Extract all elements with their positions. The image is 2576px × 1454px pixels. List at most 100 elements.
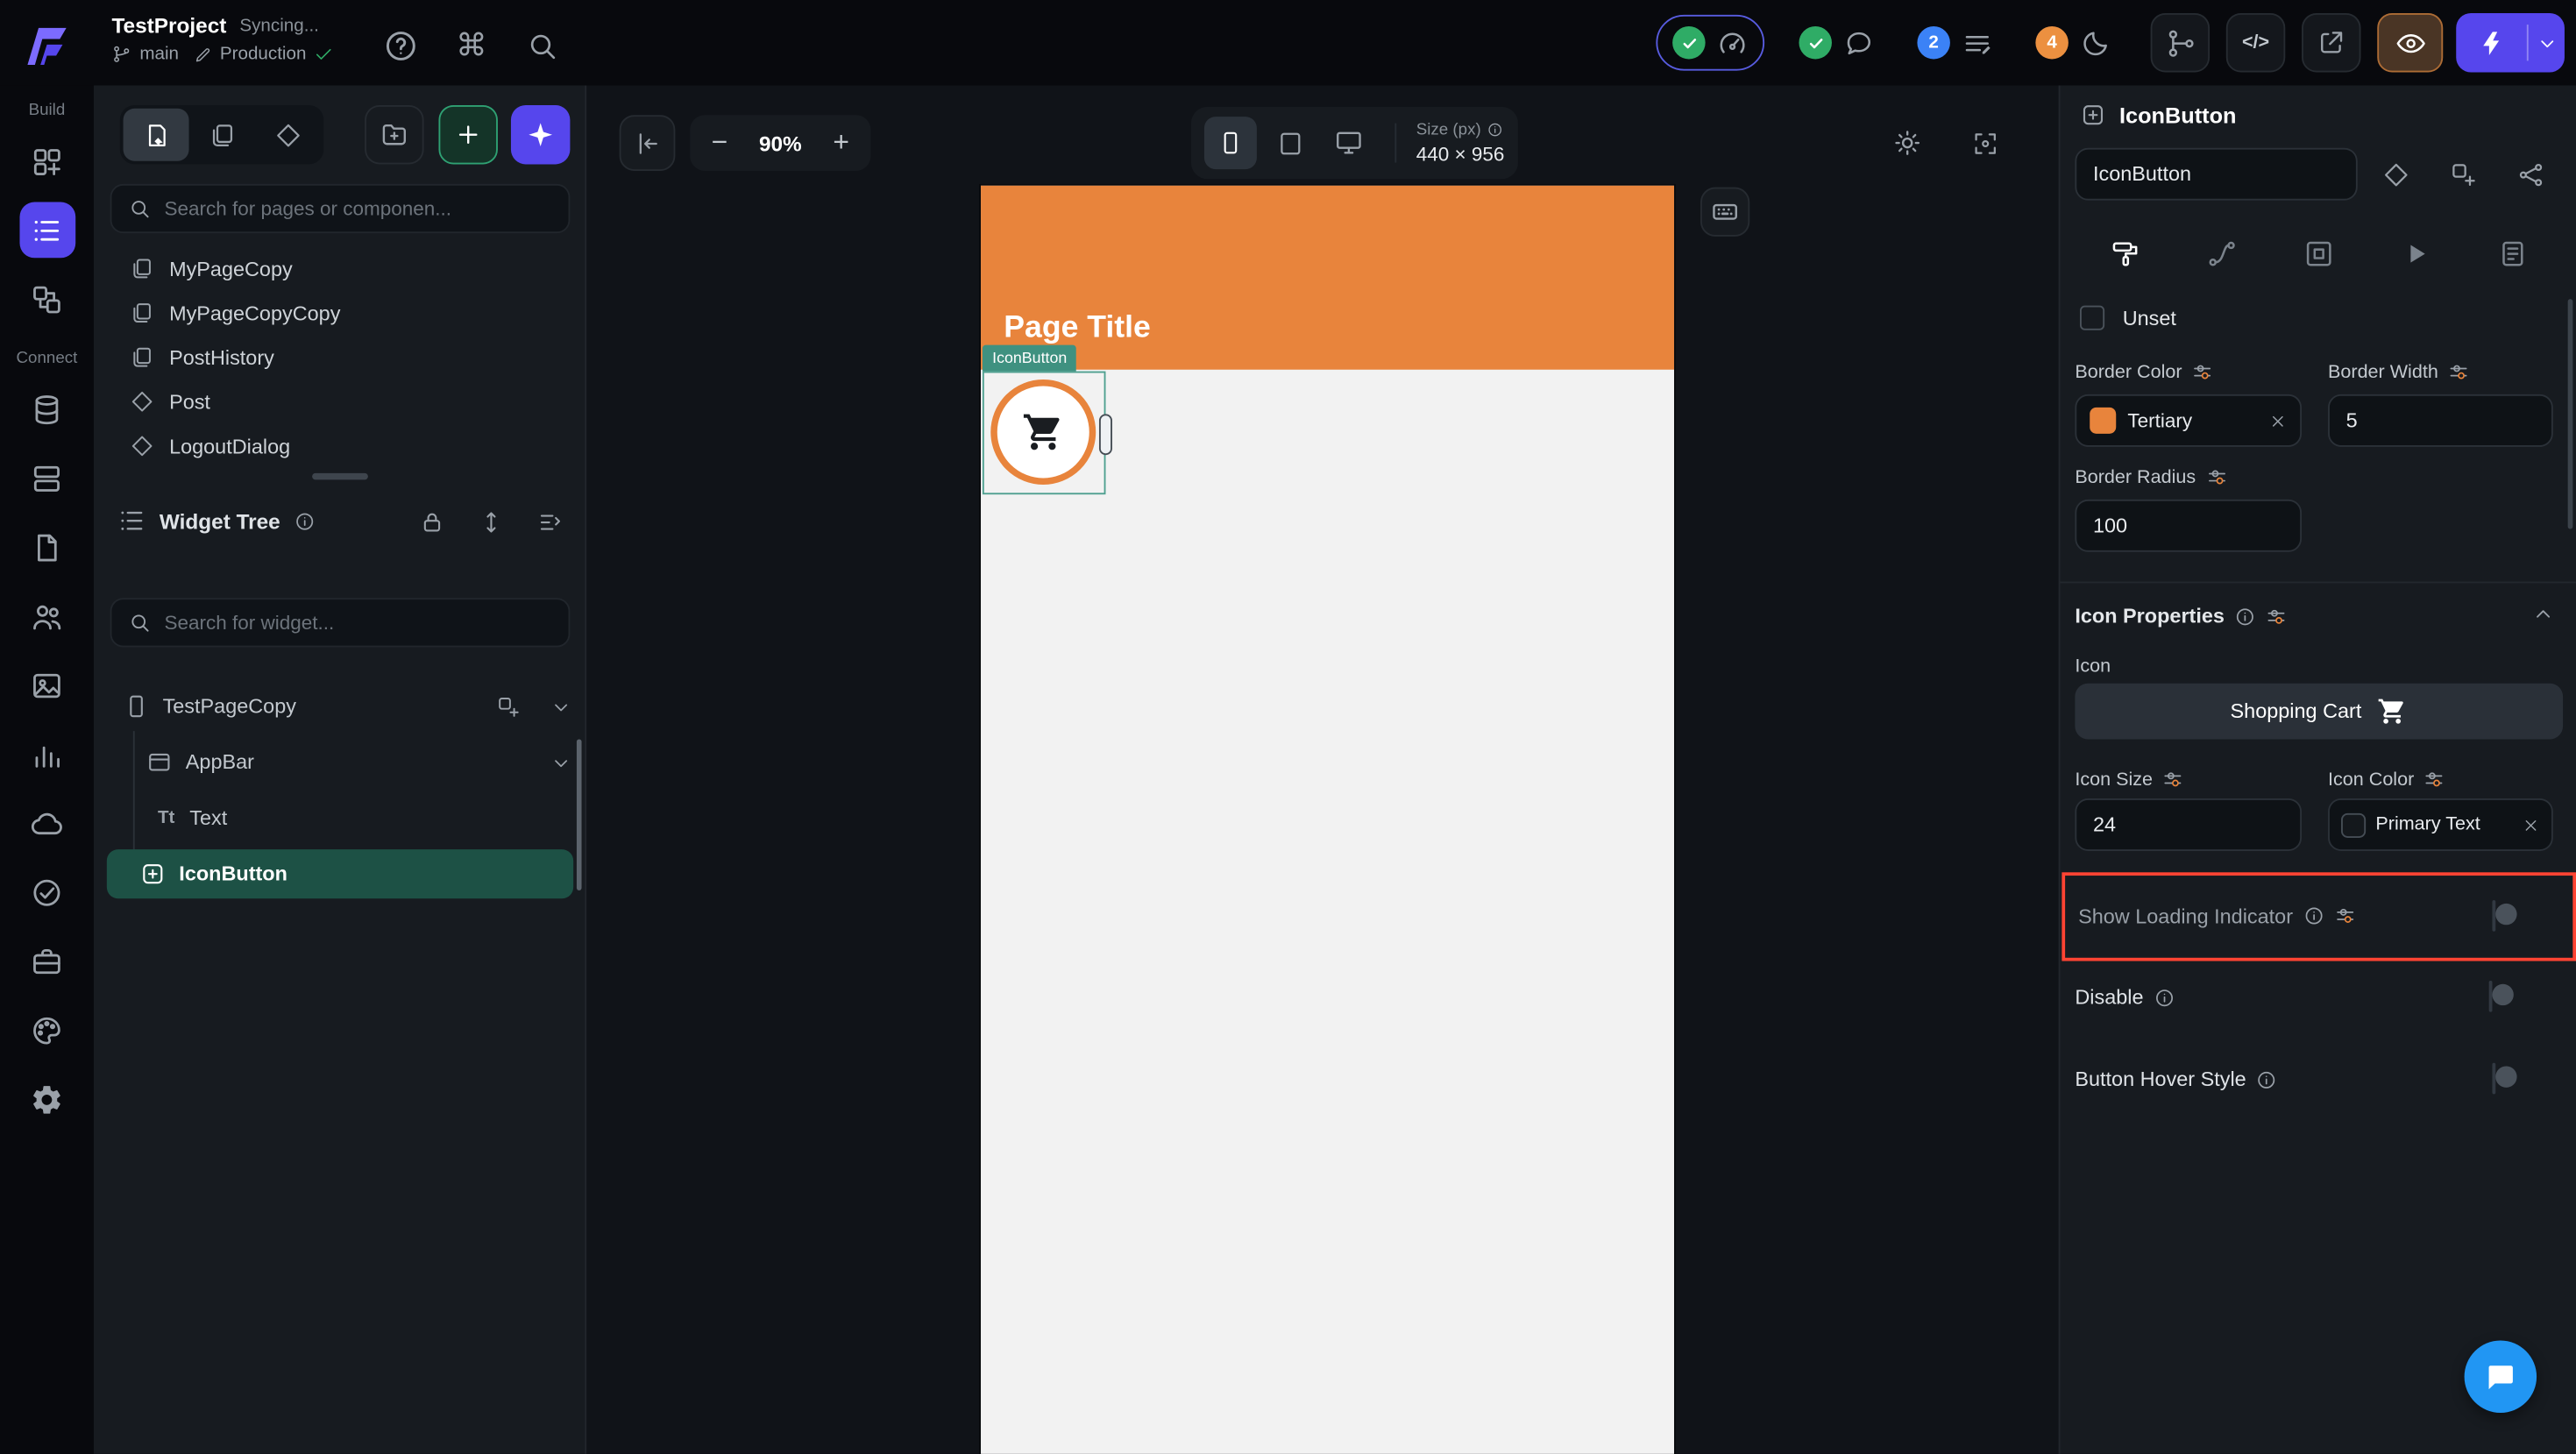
components-tab-button[interactable] <box>189 109 255 161</box>
share-export-button[interactable] <box>2302 13 2360 72</box>
list-item[interactable]: LogoutDialog <box>94 424 586 469</box>
chevron-down-icon[interactable] <box>541 742 580 782</box>
set-from-variable-icon[interactable] <box>2334 905 2355 926</box>
rail-action-flows-button[interactable] <box>19 864 75 920</box>
expand-tree-button[interactable] <box>468 500 514 545</box>
set-from-variable-icon[interactable] <box>2192 361 2213 382</box>
widget-graph-button[interactable] <box>2507 151 2552 196</box>
icon-button-widget[interactable] <box>990 379 1096 485</box>
deploy-split-button[interactable] <box>2456 13 2565 72</box>
panel-resize-handle[interactable] <box>312 473 368 479</box>
rail-theme-button[interactable] <box>19 1002 75 1058</box>
icon-color-chip[interactable]: Primary Text <box>2328 798 2553 851</box>
view-code-button[interactable]: </> <box>2226 13 2285 72</box>
scrollbar[interactable] <box>577 739 582 890</box>
show-loading-toggle[interactable] <box>2492 900 2495 932</box>
device-phone-button[interactable] <box>1204 117 1257 169</box>
device-desktop-button[interactable] <box>1323 117 1375 169</box>
button-hover-toggle[interactable] <box>2492 1063 2495 1095</box>
tab-alignment[interactable] <box>2270 223 2367 282</box>
set-from-variable-icon[interactable] <box>2162 769 2183 790</box>
border-width-input[interactable] <box>2328 394 2553 447</box>
border-radius-input[interactable] <box>2075 500 2302 552</box>
set-from-variable-icon[interactable] <box>2424 769 2445 790</box>
app-logo-icon[interactable] <box>17 13 75 72</box>
unset-checkbox[interactable] <box>2080 306 2104 330</box>
list-item[interactable]: MyPageCopyCopy <box>94 291 586 336</box>
design-canvas[interactable]: − 90% + Size (px) 440 × 956 <box>586 85 2058 1453</box>
tree-node-appbar[interactable]: AppBar <box>94 738 586 787</box>
light-mode-toggle-button[interactable] <box>1883 118 1932 167</box>
tab-actions[interactable] <box>2367 223 2465 282</box>
page-title-text[interactable]: Page Title <box>1004 310 1151 346</box>
add-page-button[interactable] <box>438 105 497 164</box>
run-lightning-icon[interactable] <box>2456 29 2527 57</box>
list-item[interactable]: Post <box>94 379 586 424</box>
issues-status[interactable]: 4 <box>2021 15 2126 71</box>
pages-tab-button[interactable] <box>124 109 189 161</box>
phone-mockup[interactable]: Page Title IconButton <box>981 186 1674 1454</box>
branch-manager-button[interactable] <box>2151 13 2210 72</box>
collapse-section-chevron-up[interactable] <box>2523 595 2563 635</box>
rail-page-selector-button[interactable] <box>19 202 75 259</box>
tab-animations[interactable] <box>2174 223 2271 282</box>
support-chat-button[interactable] <box>2465 1341 2537 1413</box>
comments-status[interactable] <box>1785 15 1890 71</box>
resize-handle[interactable] <box>1099 414 1112 455</box>
rail-integrations-button[interactable] <box>19 933 75 989</box>
rail-storyboard-button[interactable] <box>19 271 75 327</box>
list-item[interactable]: MyPageCopy <box>94 246 586 291</box>
branch-name[interactable]: main <box>139 45 179 64</box>
tree-node-text[interactable]: Tt Text <box>94 793 586 842</box>
widget-name-input[interactable] <box>2075 148 2357 201</box>
project-name[interactable]: TestProject <box>111 13 226 38</box>
clear-color-icon[interactable] <box>2269 412 2288 430</box>
rail-media-assets-button[interactable] <box>19 657 75 713</box>
rail-widget-palette-button[interactable] <box>19 133 75 189</box>
collapse-tree-button[interactable] <box>528 500 573 545</box>
disable-toggle[interactable] <box>2489 981 2493 1012</box>
rail-data-types-button[interactable] <box>19 450 75 507</box>
list-item[interactable]: PostHistory <box>94 335 586 379</box>
rail-settings-button[interactable] <box>19 1071 75 1127</box>
clear-color-icon[interactable] <box>2522 816 2540 834</box>
widget-search-input[interactable]: Search for widget... <box>110 598 571 647</box>
add-widget-icon[interactable] <box>488 686 528 726</box>
save-as-component-button[interactable] <box>2439 151 2485 196</box>
scrollbar[interactable] <box>2568 299 2573 528</box>
rail-custom-code-button[interactable] <box>19 519 75 575</box>
rail-database-button[interactable] <box>19 381 75 437</box>
rail-users-button[interactable] <box>19 588 75 644</box>
tree-node-iconbutton-selected[interactable]: IconButton <box>107 849 573 898</box>
lock-widgets-button[interactable] <box>409 500 455 545</box>
zoom-level[interactable]: 90% <box>742 131 818 155</box>
set-from-variable-icon[interactable] <box>2205 466 2226 487</box>
collapse-panel-button[interactable] <box>620 115 676 171</box>
set-from-variable-icon[interactable] <box>2448 361 2469 382</box>
set-from-variable-icon[interactable] <box>2266 606 2287 627</box>
appbar-widget[interactable]: Page Title <box>981 186 1674 370</box>
preview-eye-button[interactable] <box>2377 13 2443 72</box>
project-health-status[interactable] <box>1656 15 1764 71</box>
keyboard-shortcuts-button[interactable] <box>1700 188 1749 237</box>
environment-name[interactable]: Production <box>220 45 307 64</box>
canvas-guides-button[interactable] <box>1960 118 2009 167</box>
command-palette-button[interactable]: ⌘ <box>449 23 494 68</box>
icon-picker-button[interactable]: Shopping Cart <box>2075 684 2563 740</box>
tab-documentation[interactable] <box>2465 223 2562 282</box>
convert-to-component-button[interactable] <box>2373 151 2418 196</box>
todo-status[interactable]: 2 <box>1903 15 2008 71</box>
zoom-out-button[interactable]: − <box>697 120 742 166</box>
device-tablet-button[interactable] <box>1263 117 1316 169</box>
tab-properties[interactable] <box>2076 223 2174 282</box>
border-color-chip[interactable]: Tertiary <box>2075 394 2302 447</box>
help-button[interactable] <box>378 23 423 68</box>
selection-box[interactable] <box>983 372 1106 495</box>
icon-size-input[interactable] <box>2075 798 2302 851</box>
tree-node-page[interactable]: TestPageCopy <box>94 682 586 731</box>
deploy-chevron-down-icon[interactable] <box>2529 32 2565 53</box>
rail-cloud-functions-button[interactable] <box>19 795 75 851</box>
search-button[interactable] <box>519 23 564 68</box>
ai-generate-button[interactable] <box>511 105 570 164</box>
design-system-tab-button[interactable] <box>255 109 321 161</box>
